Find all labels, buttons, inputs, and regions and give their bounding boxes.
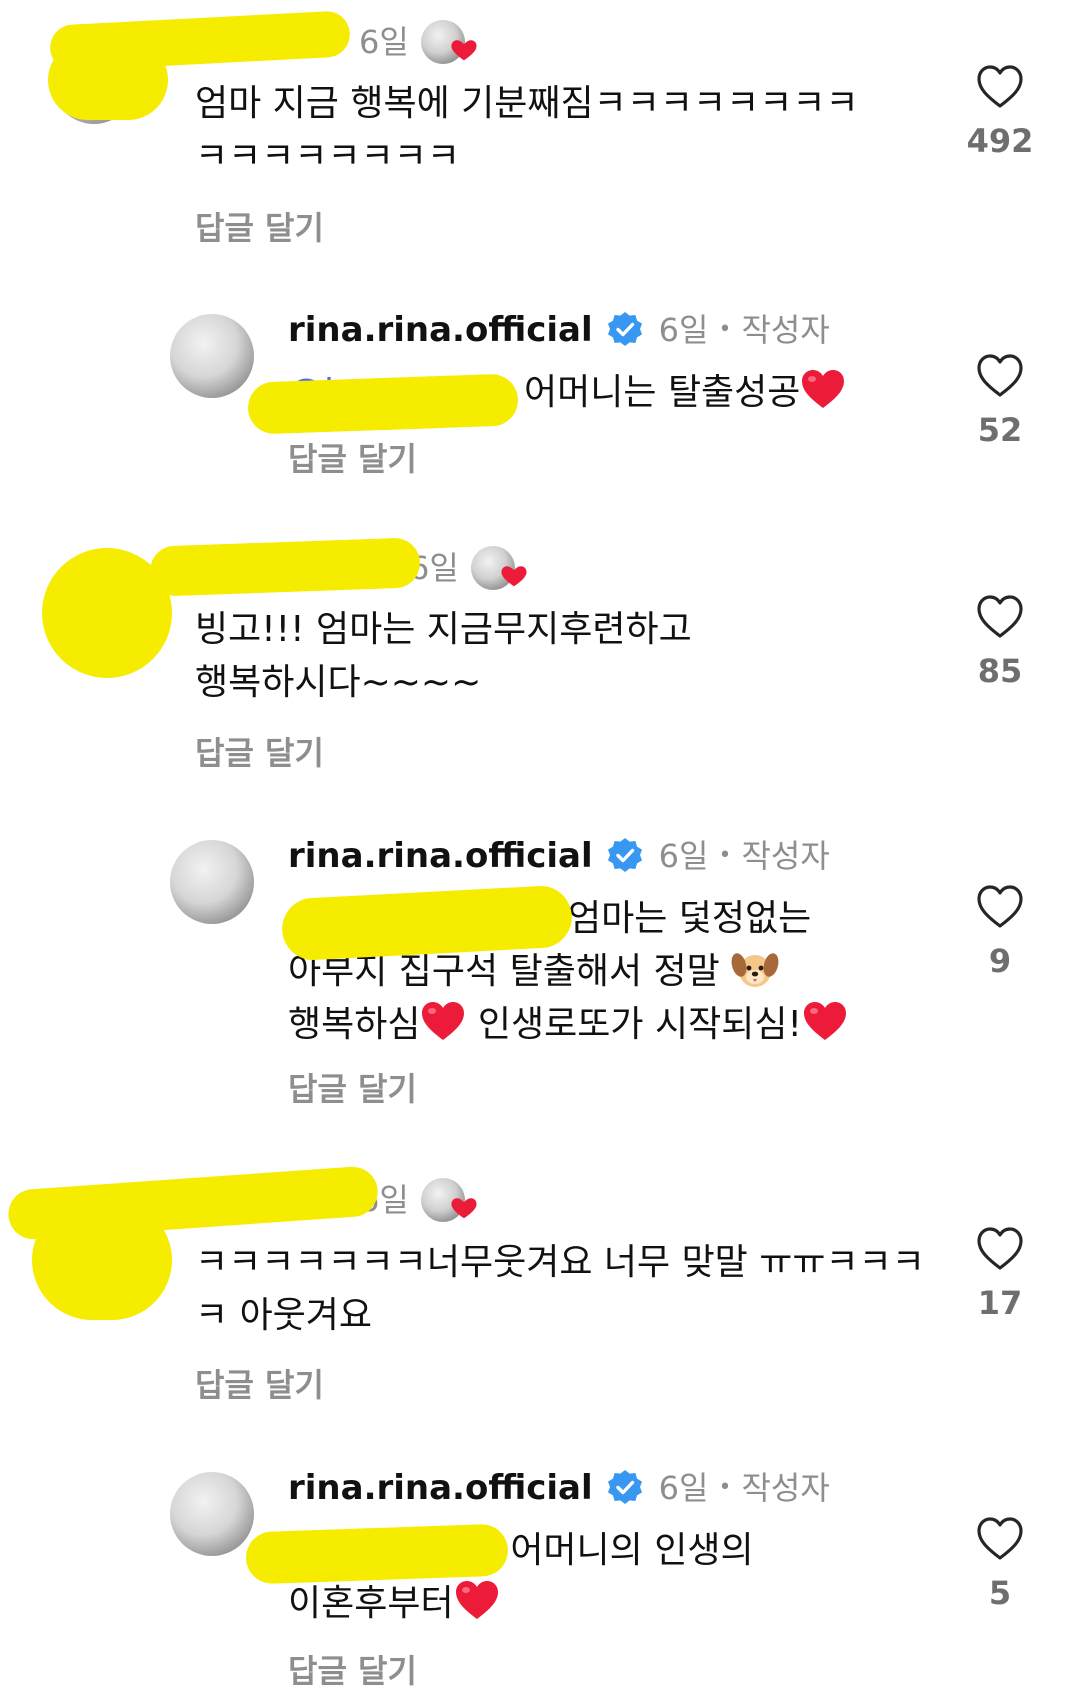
comment-time: 6일 — [359, 23, 409, 61]
like-control: 5 — [960, 1516, 1040, 1612]
redaction-mark — [245, 1523, 509, 1585]
separator-dot: • — [718, 317, 732, 342]
like-control: 52 — [960, 353, 1040, 449]
heart-outline-icon[interactable] — [976, 594, 1024, 640]
reply-button[interactable]: 답글 달기 — [195, 1360, 324, 1406]
comment-text: 빙고!!! 엄마는 지금무지후련하고 행복하시다~~~~ — [195, 603, 692, 709]
like-count: 5 — [988, 1574, 1012, 1612]
comment-line: 행복하시다~~~~ — [195, 662, 482, 703]
comment-time: 6일 — [658, 1469, 709, 1507]
author-avatar[interactable] — [170, 1472, 254, 1556]
author-reply-item: rina.rina.official 6일 • 작성자 g 어머니의 인생의 이… — [0, 1460, 1073, 1692]
heart-outline-icon[interactable] — [976, 884, 1024, 930]
author-reply-item: rina.rina.official 6일 • 작성자 @l어머니는 탈출성공 … — [0, 300, 1073, 500]
like-control: 17 — [960, 1226, 1040, 1322]
red-heart-icon — [451, 1198, 477, 1219]
red-heart-emoji — [422, 1002, 465, 1040]
dog-face-emoji — [731, 953, 779, 987]
heart-outline-icon[interactable] — [976, 353, 1024, 399]
red-heart-icon — [451, 40, 477, 61]
comment-line: 엄마 지금 행복에 기분째짐ㅋㅋㅋㅋㅋㅋㅋㅋ — [195, 83, 859, 124]
comment-text: 엄마 지금 행복에 기분째짐ㅋㅋㅋㅋㅋㅋㅋㅋ ㅋㅋㅋㅋㅋㅋㅋㅋ — [195, 77, 859, 183]
like-control: 492 — [960, 64, 1040, 160]
comment-line-text: 어머니는 탈출성공 — [524, 372, 801, 413]
like-count: 52 — [977, 411, 1023, 449]
comment-line-text: 행복하심 — [288, 1004, 421, 1045]
username[interactable]: rina.rina.official — [288, 310, 593, 350]
comment-line: 이혼후부터 — [288, 1577, 754, 1630]
red-heart-icon — [501, 566, 527, 587]
author-label: 작성자 — [741, 837, 830, 875]
comment-feed: 6일 엄마 지금 행복에 기분째짐ㅋㅋㅋㅋㅋㅋㅋㅋ ㅋㅋㅋㅋㅋㅋㅋㅋ 답글 달기… — [0, 0, 1073, 1692]
liked-by-author-badge — [420, 20, 477, 64]
username[interactable]: rina.rina.official — [288, 836, 593, 876]
like-count: 17 — [977, 1284, 1023, 1322]
verified-badge-icon — [607, 1470, 642, 1504]
red-heart-emoji — [803, 1002, 846, 1040]
heart-outline-icon[interactable] — [976, 1516, 1024, 1562]
like-count: 9 — [988, 942, 1012, 980]
like-control: 9 — [960, 884, 1040, 980]
heart-outline-icon[interactable] — [976, 1226, 1024, 1272]
username[interactable]: rina.rina.official — [288, 1468, 593, 1508]
comment-line: ㅋㅋㅋㅋㅋㅋㅋ너무웃겨요 너무 맞말 ㅠㅠㅋㅋㅋ — [195, 1242, 925, 1283]
separator-dot: • — [718, 843, 732, 868]
reply-button[interactable]: 답글 달기 — [195, 203, 324, 249]
comment-line-text: 엄마는 덫정없는 — [568, 898, 812, 939]
comment-line-text: 인생로또가 시작되심! — [466, 1004, 802, 1045]
author-label: 작성자 — [741, 311, 830, 349]
comment-meta: rina.rina.official 6일 • 작성자 — [288, 1468, 830, 1508]
verified-badge-icon — [607, 838, 642, 872]
comment-line: 빙고!!! 엄마는 지금무지후련하고 — [195, 609, 692, 650]
comment-line: ㅋ 아웃겨요 — [195, 1295, 373, 1336]
comment-line-text: 어머니의 인생의 — [510, 1530, 754, 1571]
red-heart-emoji — [802, 370, 845, 408]
comment-line: 행복하심 인생로또가 시작되심! — [288, 998, 848, 1051]
separator-dot: • — [718, 1475, 732, 1500]
reply-button[interactable]: 답글 달기 — [288, 1064, 417, 1110]
comment-line-text: 이혼후부터 — [288, 1583, 454, 1624]
liked-by-author-badge — [470, 546, 527, 590]
like-control: 85 — [960, 594, 1040, 690]
comment-time: 6일 — [658, 311, 709, 349]
author-label: 작성자 — [741, 1469, 830, 1507]
comment-time: 6일 — [658, 837, 709, 875]
redaction-mark — [42, 548, 172, 678]
author-avatar[interactable] — [170, 314, 254, 398]
comment-text: ㅋㅋㅋㅋㅋㅋㅋ너무웃겨요 너무 맞말 ㅠㅠㅋㅋㅋ ㅋ 아웃겨요 — [195, 1236, 925, 1342]
redaction-mark — [149, 537, 421, 597]
reply-button[interactable]: 답글 달기 — [288, 434, 417, 480]
like-count: 85 — [977, 652, 1023, 690]
comment-meta: rina.rina.official 6일 • 작성자 — [288, 836, 830, 876]
like-count: 492 — [966, 122, 1034, 160]
comment-line: ㅋㅋㅋㅋㅋㅋㅋㅋ — [195, 136, 460, 177]
reply-button[interactable]: 답글 달기 — [288, 1646, 417, 1692]
liked-by-author-badge — [420, 1178, 477, 1222]
verified-badge-icon — [607, 312, 642, 346]
reply-button[interactable]: 답글 달기 — [195, 728, 324, 774]
heart-outline-icon[interactable] — [976, 64, 1024, 110]
author-avatar[interactable] — [170, 840, 254, 924]
redaction-mark — [247, 373, 519, 435]
red-heart-emoji — [455, 1581, 498, 1619]
author-reply-item: rina.rina.official 6일 • 작성자 엄마는 덫정없는 아부지… — [0, 828, 1073, 1128]
redaction-mark — [48, 40, 168, 120]
comment-meta: rina.rina.official 6일 • 작성자 — [288, 310, 830, 350]
redaction-mark — [32, 1200, 172, 1320]
